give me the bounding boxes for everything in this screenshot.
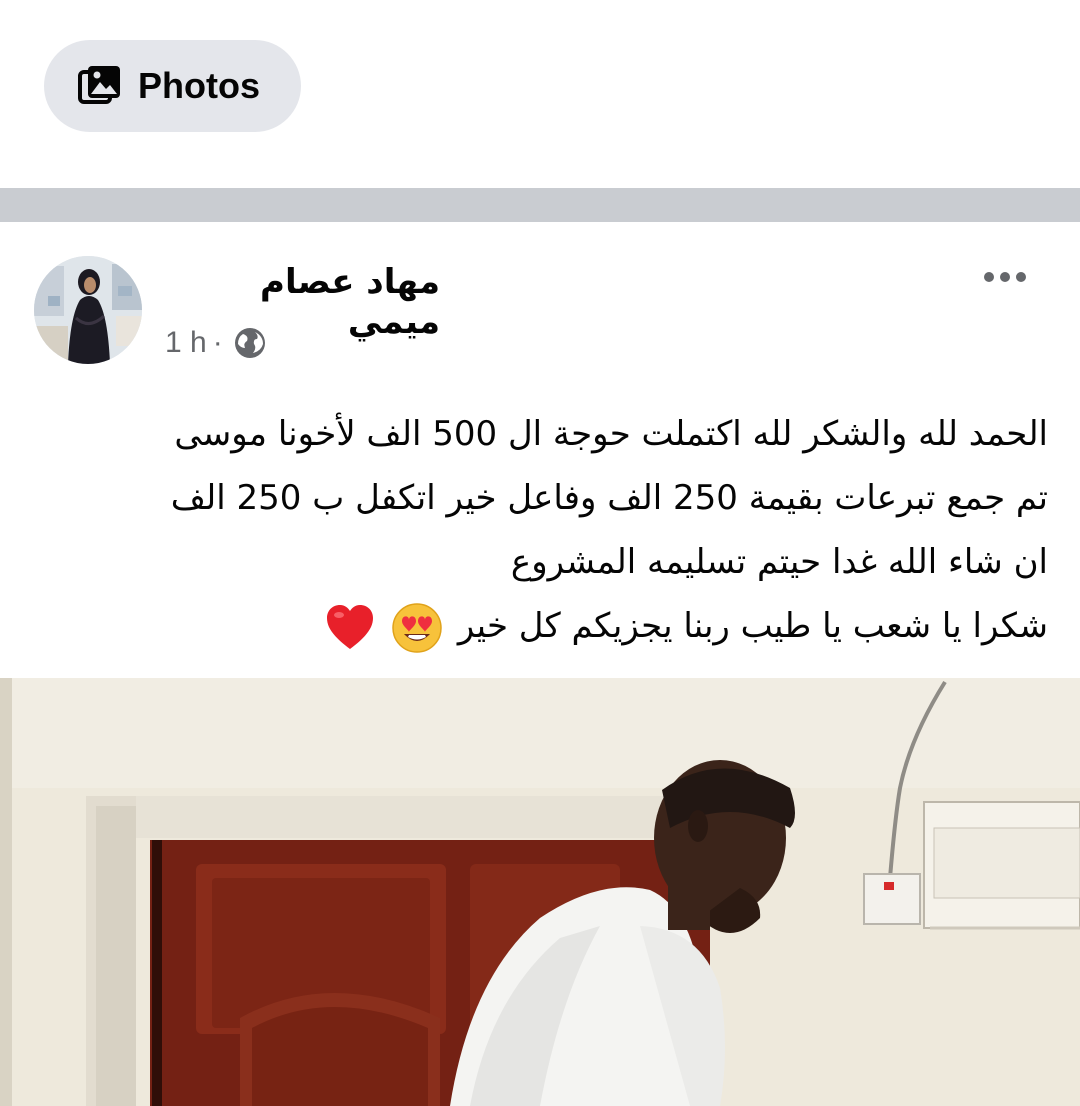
avatar-photo [34,256,142,364]
post-text-line-4: شكرا يا شعب يا طيب ربنا يجزيكم كل خير [60,594,1048,658]
photos-chip-label: Photos [138,65,260,106]
filter-bar: Photos [0,0,1080,188]
author-avatar[interactable] [34,256,142,364]
meta-separator: · [212,326,223,359]
screen: Photos مهاد عصام ميمي 1 h · الحمد لله وا… [0,0,1080,1106]
post-text-line-2: تم جمع تبرعات بقيمة 250 الف وفاعل خير ات… [170,478,1048,518]
post-text-line-1: الحمد لله والشكر لله اكتملت حوجة ال 500 … [174,414,1048,454]
photo-album-icon [78,66,120,104]
post-more-button[interactable] [970,252,1040,302]
photos-filter-chip[interactable]: Photos [44,40,301,132]
post-photo[interactable] [0,678,1080,1106]
post-timestamp[interactable]: 1 h [165,326,207,360]
post-text-line-3: ان شاء الله غدا حيتم تسليمه المشروع [510,542,1048,582]
post-meta: 1 h · [165,326,267,360]
post-card: مهاد عصام ميمي 1 h · الحمد لله والشكر لل… [0,222,1080,1106]
post-body: الحمد لله والشكر لله اكتملت حوجة ال 500 … [60,402,1048,658]
globe-icon [234,328,265,358]
post-photo-image [0,678,1080,1106]
post-text-line-4-text: شكرا يا شعب يا طيب ربنا يجزيكم كل خير [457,606,1048,646]
more-horizontal-icon [984,272,1026,282]
feed-separator [0,188,1080,222]
red-heart-emoji [327,604,374,649]
heart-eyes-emoji [392,602,442,653]
